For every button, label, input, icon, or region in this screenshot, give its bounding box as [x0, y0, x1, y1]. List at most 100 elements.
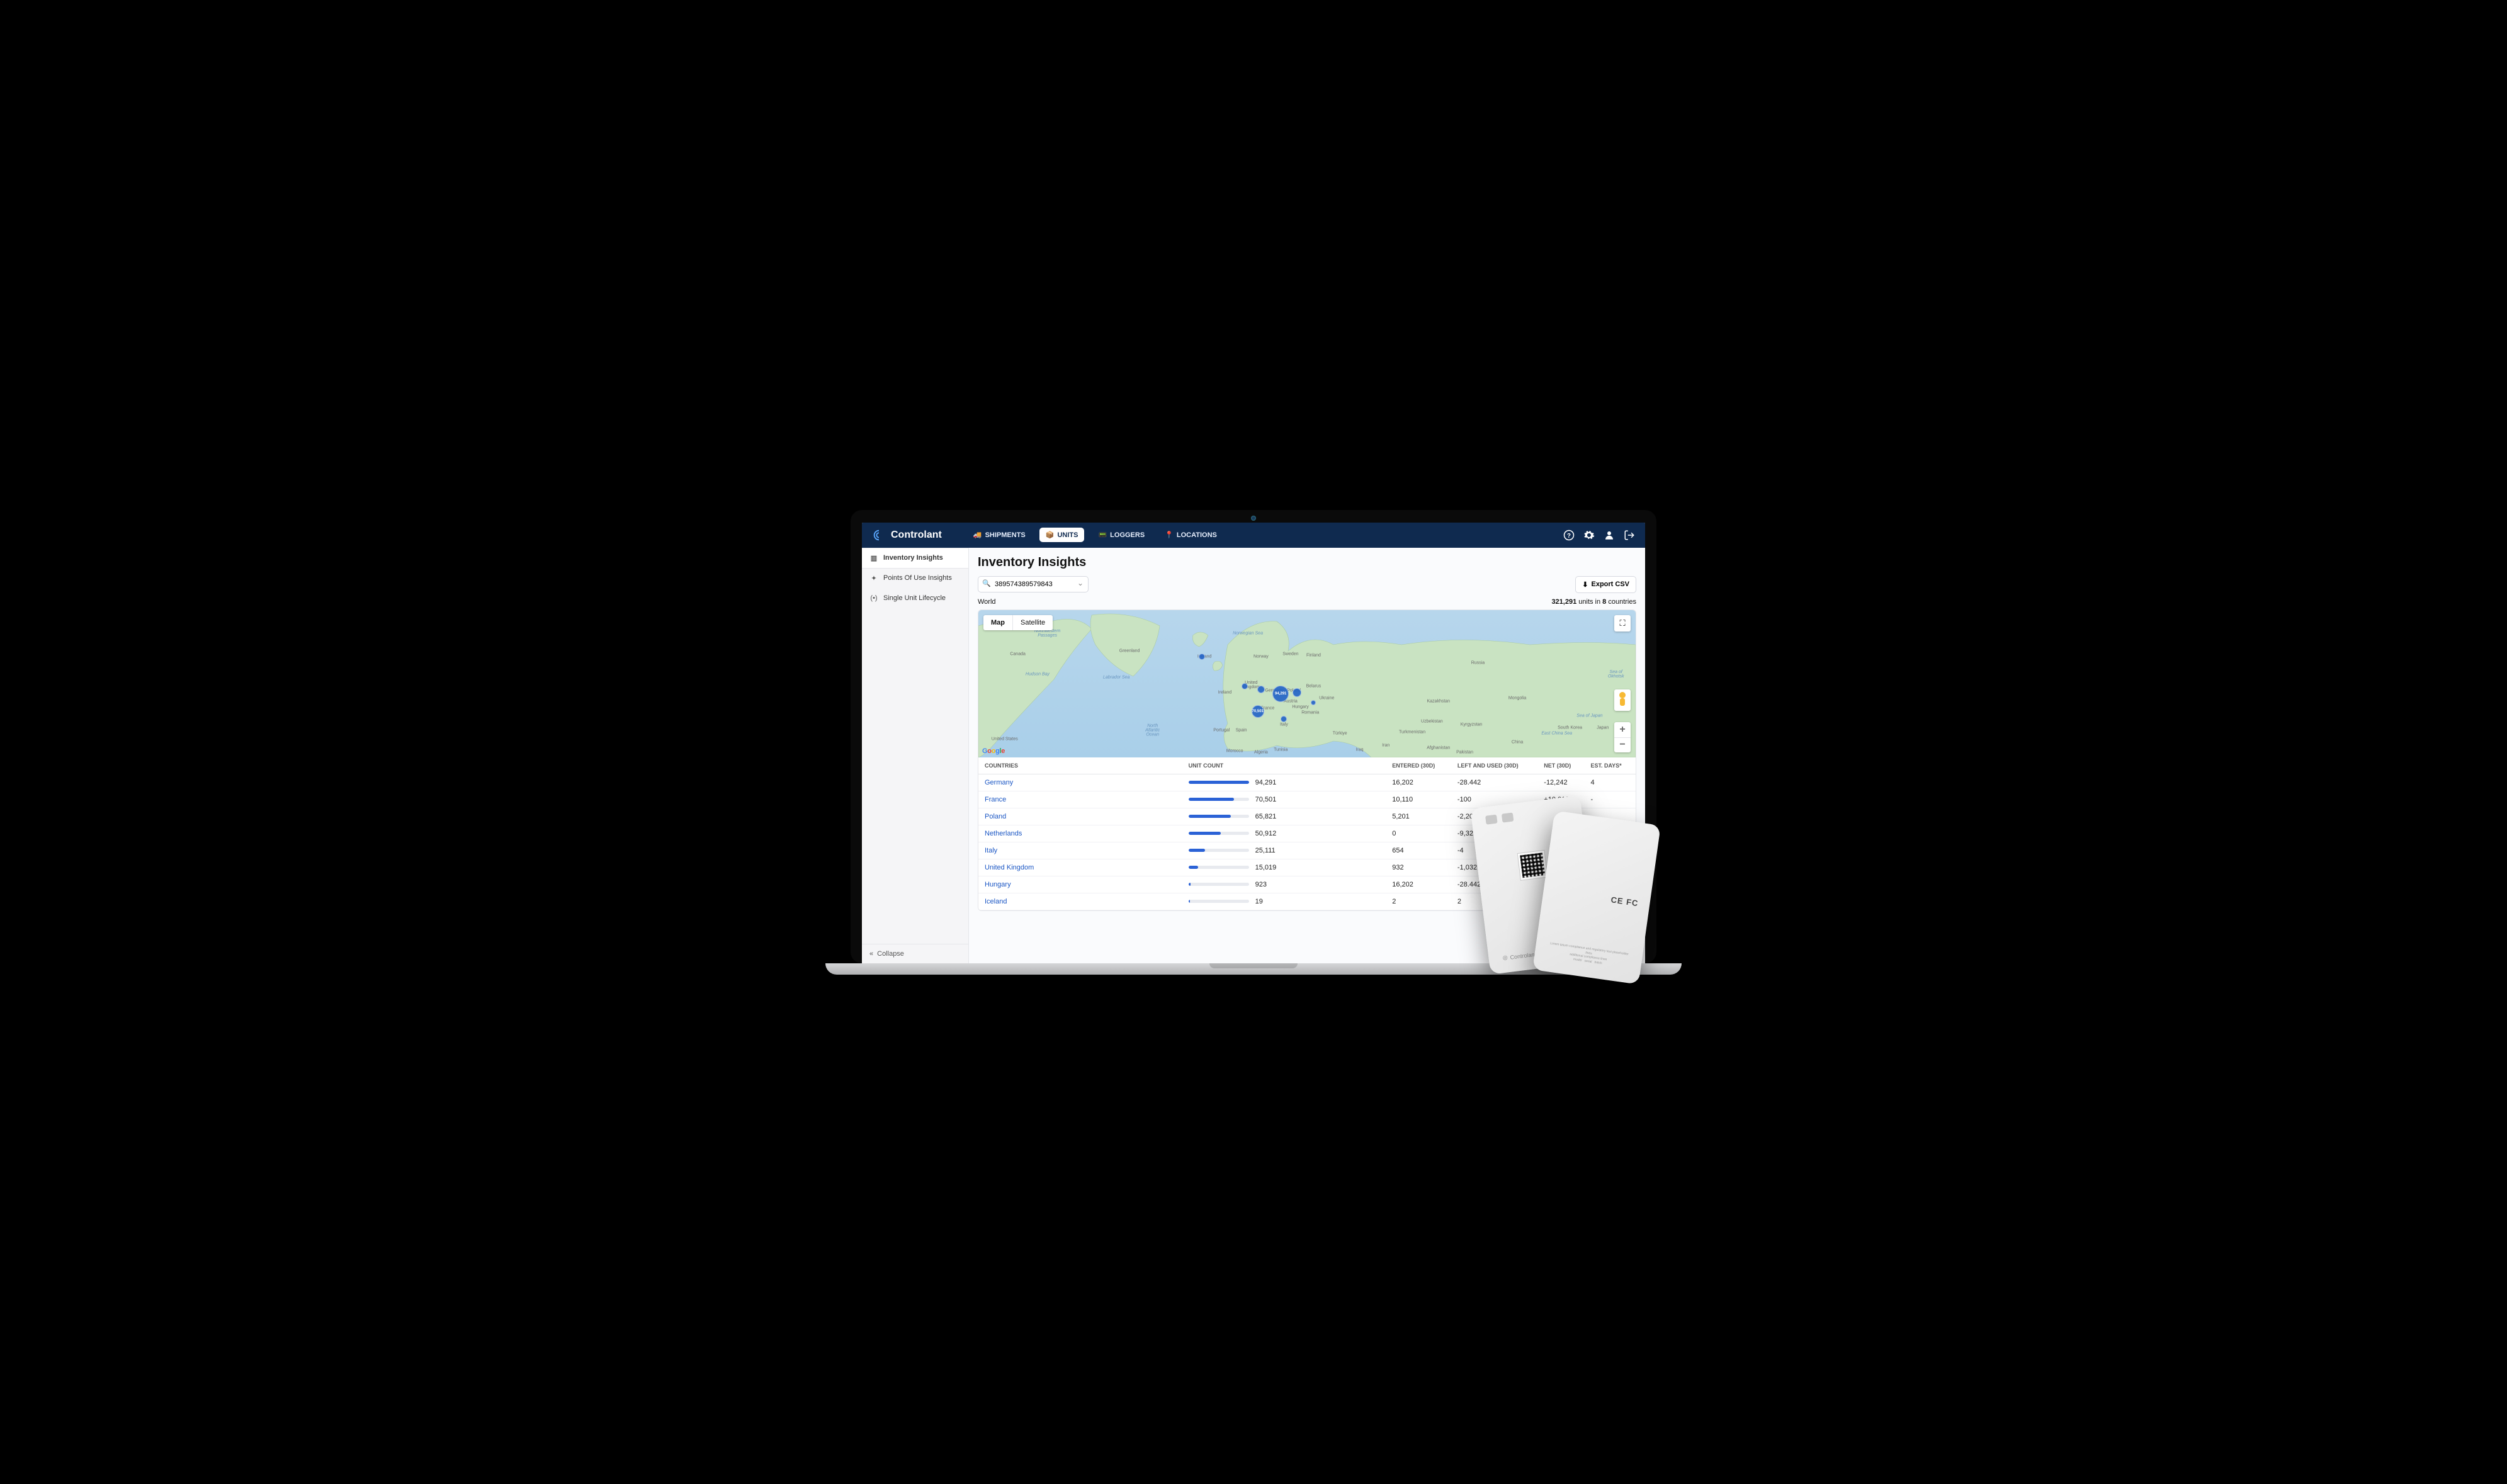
- col-net[interactable]: NET (30D): [1537, 757, 1584, 774]
- table-row: Iceland1922: [978, 893, 1636, 910]
- brand-logo-icon: [872, 528, 886, 542]
- days-cell: [1584, 876, 1636, 893]
- map-bubble[interactable]: [1199, 654, 1205, 660]
- laptop-camera: [1251, 516, 1256, 521]
- svg-text:?: ?: [1567, 532, 1571, 539]
- nav-units[interactable]: 📦UNITS: [1039, 528, 1085, 542]
- col-left-used[interactable]: LEFT AND USED (30D): [1451, 757, 1537, 774]
- truck-icon: 🚚: [973, 531, 982, 539]
- left-cell: -1,032: [1451, 859, 1537, 876]
- google-logo: Google: [982, 747, 1005, 755]
- entered-cell: 16,202: [1386, 774, 1451, 791]
- zoom-in-button[interactable]: +: [1614, 722, 1631, 737]
- days-cell: 4: [1584, 774, 1636, 791]
- map-bubble[interactable]: 70,501: [1252, 705, 1264, 718]
- download-icon: ⬇: [1582, 581, 1588, 589]
- unit-count-cell: 15,019: [1182, 859, 1386, 876]
- brand-text: Controlant: [891, 530, 942, 541]
- days-cell: [1584, 893, 1636, 910]
- countries-table: COUNTRIES UNIT COUNT ENTERED (30D) LEFT …: [978, 757, 1636, 910]
- country-link[interactable]: Hungary: [978, 876, 1182, 893]
- country-link[interactable]: Poland: [978, 808, 1182, 825]
- left-cell: 2: [1451, 893, 1537, 910]
- sidebar: ▥Inventory Insights ✦Points Of Use Insig…: [862, 548, 969, 963]
- map-bubble[interactable]: [1311, 700, 1316, 705]
- table-row: Italy25,111654-4: [978, 842, 1636, 859]
- entered-cell: 654: [1386, 842, 1451, 859]
- unit-count-cell: 70,501: [1182, 791, 1386, 808]
- map-toggle-satellite[interactable]: Satellite: [1012, 615, 1053, 630]
- unit-count-cell: 25,111: [1182, 842, 1386, 859]
- sparkle-icon: ✦: [869, 574, 878, 582]
- country-link[interactable]: Italy: [978, 842, 1182, 859]
- user-icon[interactable]: [1604, 530, 1615, 541]
- entered-cell: 5,201: [1386, 808, 1451, 825]
- net-cell: [1537, 876, 1584, 893]
- nav-locations[interactable]: 📍LOCATIONS: [1158, 528, 1223, 542]
- export-csv-button[interactable]: ⬇ Export CSV: [1575, 576, 1636, 593]
- days-cell: [1584, 842, 1636, 859]
- entered-cell: 16,202: [1386, 876, 1451, 893]
- map-bubble[interactable]: [1242, 683, 1248, 689]
- table-row: United Kingdom15,019932-1,032: [978, 859, 1636, 876]
- table-row: Germany94,29116,202-28.442-12,2424: [978, 774, 1636, 791]
- map-type-toggle[interactable]: Map Satellite: [983, 615, 1053, 630]
- col-est-days[interactable]: EST. DAYS*: [1584, 757, 1636, 774]
- left-cell: -9,321: [1451, 825, 1537, 842]
- entered-cell: 10,110: [1386, 791, 1451, 808]
- table-row: Poland65,8215,201-2,200: [978, 808, 1636, 825]
- entered-cell: 2: [1386, 893, 1451, 910]
- map-bubble[interactable]: [1293, 688, 1301, 697]
- net-cell: [1537, 842, 1584, 859]
- net-cell: [1537, 808, 1584, 825]
- map-bubble[interactable]: [1257, 686, 1265, 693]
- days-cell: [1584, 859, 1636, 876]
- sidebar-item-pou-insights[interactable]: ✦Points Of Use Insights: [862, 569, 968, 589]
- help-icon[interactable]: ?: [1563, 530, 1575, 541]
- country-link[interactable]: France: [978, 791, 1182, 808]
- map-bubble[interactable]: [1281, 716, 1287, 722]
- net-cell: [1537, 859, 1584, 876]
- logout-icon[interactable]: [1624, 530, 1635, 541]
- fullscreen-icon[interactable]: ⛶: [1614, 615, 1631, 632]
- left-cell: -4: [1451, 842, 1537, 859]
- country-link[interactable]: United Kingdom: [978, 859, 1182, 876]
- entered-cell: 0: [1386, 825, 1451, 842]
- left-cell: -2,200: [1451, 808, 1537, 825]
- unit-count-cell: 19: [1182, 893, 1386, 910]
- table-row: Hungary92316,202-28.442: [978, 876, 1636, 893]
- pin-icon: 📍: [1165, 531, 1174, 539]
- summary-text: 321,291 units in 8 countries: [1551, 598, 1636, 606]
- country-link[interactable]: Iceland: [978, 893, 1182, 910]
- sidebar-collapse[interactable]: «Collapse: [862, 944, 968, 963]
- breadcrumb: World: [978, 598, 996, 606]
- zoom-out-button[interactable]: −: [1614, 737, 1631, 752]
- search-input[interactable]: [978, 576, 1089, 592]
- map[interactable]: Hudson Bay Labrador Sea Norwegian Sea No…: [978, 610, 1636, 757]
- map-bubble[interactable]: 94,291: [1272, 686, 1289, 702]
- chart-icon: ▥: [869, 554, 878, 562]
- unit-count-cell: 923: [1182, 876, 1386, 893]
- pegman-icon[interactable]: [1614, 689, 1631, 711]
- nav-loggers[interactable]: 📟LOGGERS: [1092, 528, 1151, 542]
- left-cell: -28.442: [1451, 774, 1537, 791]
- nav-shipments[interactable]: 🚚SHIPMENTS: [967, 528, 1032, 542]
- sidebar-item-single-unit[interactable]: (•)Single Unit Lifecycle: [862, 589, 968, 608]
- zoom-control: + −: [1614, 722, 1631, 752]
- days-cell: [1584, 825, 1636, 842]
- sidebar-item-inventory-insights[interactable]: ▥Inventory Insights: [862, 548, 968, 569]
- brand: Controlant: [872, 528, 942, 542]
- broadcast-icon: (•): [869, 594, 878, 602]
- country-link[interactable]: Netherlands: [978, 825, 1182, 842]
- col-entered[interactable]: ENTERED (30D): [1386, 757, 1451, 774]
- map-toggle-map[interactable]: Map: [983, 615, 1012, 630]
- col-countries[interactable]: COUNTRIES: [978, 757, 1182, 774]
- gear-icon[interactable]: [1583, 530, 1595, 541]
- unit-count-cell: 65,821: [1182, 808, 1386, 825]
- logger-icon: 📟: [1098, 531, 1107, 539]
- country-link[interactable]: Germany: [978, 774, 1182, 791]
- net-cell: -12,242: [1537, 774, 1584, 791]
- unit-count-cell: 94,291: [1182, 774, 1386, 791]
- table-row: France70,50110,110-100+10,010-: [978, 791, 1636, 808]
- col-unit-count[interactable]: UNIT COUNT: [1182, 757, 1386, 774]
